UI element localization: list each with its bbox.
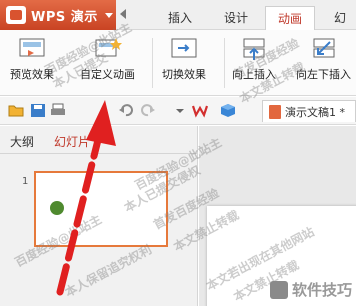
ribbon-divider [152,38,153,88]
save-icon[interactable] [30,103,46,118]
tab-insert[interactable]: 插入 [156,6,204,30]
cube-icon[interactable] [220,103,236,118]
wps-red-logo-icon[interactable] [191,103,209,118]
quick-access-toolbar: 演示文稿1 * [0,97,356,125]
tab-slides[interactable]: 幻灯片 [54,133,90,150]
tab-outline[interactable]: 大纲 [10,133,34,150]
open-folder-icon[interactable] [8,103,24,118]
tab-slideshow[interactable]: 幻 [322,6,356,30]
chevron-left-icon[interactable] [120,9,126,19]
switch-effect-label: 切换效果 [162,68,206,81]
pane-tabs: 大纲 幻灯片 [0,126,198,154]
document-title: 演示文稿1 * [285,105,345,119]
insert-left-down-icon [310,36,338,62]
ribbon-divider [224,38,225,88]
switch-effect-button[interactable]: 切换效果 [162,36,206,92]
presentation-file-icon [269,104,281,119]
switch-effect-icon [170,36,198,62]
undo-icon[interactable] [118,103,134,118]
print-icon[interactable] [50,103,66,118]
preview-icon [18,36,46,62]
slide-number: 1 [22,176,29,187]
brand-text: 软件技巧 [291,281,352,299]
brand-mark: 软件技巧 [269,279,352,300]
redo-icon[interactable] [140,103,156,118]
wps-logo-icon [6,6,26,24]
app-menu-button[interactable]: WPS 演示 [0,0,116,30]
brand-logo-icon [269,280,288,299]
tab-animation[interactable]: 动画 [265,6,316,30]
insert-left-down-button[interactable]: 向左下插入 [296,36,351,92]
tab-design[interactable]: 设计 [212,6,260,30]
document-tab[interactable]: 演示文稿1 * [262,100,356,122]
title-bar: WPS 演示 插入 设计 动画 幻 [0,0,356,30]
chevron-down-icon [104,12,113,18]
dropdown-arrow-icon[interactable] [172,103,188,118]
green-circle-shape [50,201,64,215]
app-name: WPS 演示 [31,9,98,25]
